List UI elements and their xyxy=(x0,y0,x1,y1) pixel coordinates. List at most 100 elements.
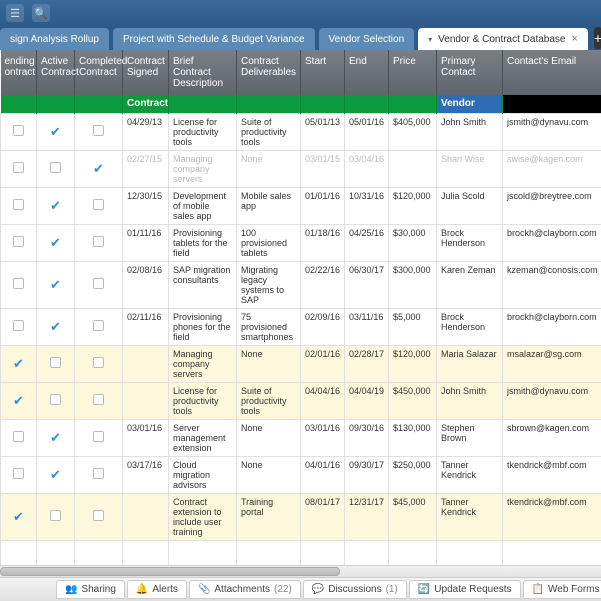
checkbox[interactable] xyxy=(13,468,24,479)
cell-signed[interactable]: 03/17/16 xyxy=(123,456,169,493)
menu-icon[interactable]: ☰ xyxy=(6,4,24,22)
cell-email[interactable]: tkendrick@mbf.com xyxy=(503,456,601,493)
cell-desc[interactable]: Server management extension xyxy=(169,419,237,456)
cell-desc[interactable]: Managing company servers xyxy=(169,345,237,382)
cell-start[interactable]: 04/01/16 xyxy=(301,456,345,493)
checkbox[interactable] xyxy=(93,394,104,405)
cell-email[interactable]: msalazar@sg.com xyxy=(503,345,601,382)
cell-contact[interactable]: Tanner Kendrick xyxy=(437,456,503,493)
cell-end[interactable]: 03/04/16 xyxy=(345,150,389,187)
cell-start[interactable]: 01/01/16 xyxy=(301,187,345,224)
checkbox[interactable] xyxy=(13,199,24,210)
checkbox[interactable] xyxy=(93,320,104,331)
cell-start[interactable]: 01/18/16 xyxy=(301,224,345,261)
table-row[interactable]: ✔License for productivity toolsSuite of … xyxy=(1,382,601,419)
cell-price[interactable]: $45,000 xyxy=(389,493,437,540)
col-start[interactable]: Start xyxy=(301,50,345,95)
close-icon[interactable]: × xyxy=(571,33,577,45)
cell-end[interactable]: 12/31/17 xyxy=(345,493,389,540)
cell-deliv[interactable]: None xyxy=(237,150,301,187)
checkbox[interactable] xyxy=(93,236,104,247)
cell-signed[interactable]: 12/30/15 xyxy=(123,187,169,224)
cell-contact[interactable]: Shari Wise xyxy=(437,150,503,187)
cell-contact[interactable]: John Smith xyxy=(437,382,503,419)
checkbox[interactable] xyxy=(93,431,104,442)
cell-contact[interactable]: Maria Salazar xyxy=(437,345,503,382)
cell-signed[interactable]: 03/01/16 xyxy=(123,419,169,456)
cell-desc[interactable]: License for productivity tools xyxy=(169,113,237,150)
cell-deliv[interactable]: Suite of productivity tools xyxy=(237,113,301,150)
cell-desc[interactable]: Provisioning tablets for the field xyxy=(169,224,237,261)
cell-start[interactable]: 03/01/16 xyxy=(301,419,345,456)
cell-signed[interactable]: 02/27/15 xyxy=(123,150,169,187)
cell-desc[interactable]: Managing company servers xyxy=(169,150,237,187)
cell-email[interactable]: kzeman@conosis.com xyxy=(503,261,601,308)
cell-email[interactable]: tkendrick@mbf.com xyxy=(503,493,601,540)
cell-deliv[interactable]: 100 provisioned tablets xyxy=(237,224,301,261)
checkbox[interactable] xyxy=(50,394,61,405)
table-row[interactable]: ✔01/11/16Provisioning tablets for the fi… xyxy=(1,224,601,261)
checkbox[interactable] xyxy=(50,357,61,368)
cell-email[interactable]: jsmith@dynavu.com xyxy=(503,113,601,150)
search-icon[interactable]: 🔍 xyxy=(32,4,50,22)
cell-end[interactable]: 06/30/17 xyxy=(345,261,389,308)
col-pending[interactable]: ending ontract xyxy=(1,50,37,95)
col-end[interactable]: End xyxy=(345,50,389,95)
checkbox[interactable] xyxy=(13,431,24,442)
checkbox[interactable] xyxy=(93,357,104,368)
cell-price[interactable]: $300,000 xyxy=(389,261,437,308)
cell-email[interactable]: jscold@breytree.com xyxy=(503,187,601,224)
cell-price[interactable]: $120,000 xyxy=(389,345,437,382)
tab-project[interactable]: Project with Schedule & Budget Variance xyxy=(113,28,315,50)
table-row[interactable]: ✔Managing company serversNone02/01/1602/… xyxy=(1,345,601,382)
checkbox[interactable] xyxy=(50,510,61,521)
cell-deliv[interactable]: Suite of productivity tools xyxy=(237,382,301,419)
col-active[interactable]: Active Contract xyxy=(37,50,75,95)
cell-price[interactable]: $450,000 xyxy=(389,382,437,419)
cell-contact[interactable]: Tanner Kendrick xyxy=(437,493,503,540)
cell-price[interactable] xyxy=(389,150,437,187)
table-row[interactable]: ✔02/27/15Managing company serversNone03/… xyxy=(1,150,601,187)
tab-vendor-selection[interactable]: Vendor Selection xyxy=(319,28,415,50)
cell-end[interactable]: 04/04/19 xyxy=(345,382,389,419)
checkbox[interactable] xyxy=(13,278,24,289)
cell-deliv[interactable]: 75 provisioned smartphones xyxy=(237,308,301,345)
bottom-tab-attachments[interactable]: 📎Attachments (22) xyxy=(189,580,301,599)
cell-signed[interactable]: 02/08/16 xyxy=(123,261,169,308)
cell-email[interactable]: jsmith@dynavu.com xyxy=(503,382,601,419)
cell-contact[interactable]: Karen Zeman xyxy=(437,261,503,308)
cell-desc[interactable]: Contract extension to include user train… xyxy=(169,493,237,540)
cell-price[interactable]: $130,000 xyxy=(389,419,437,456)
table-row[interactable]: ✔04/29/13License for productivity toolsS… xyxy=(1,113,601,150)
checkbox[interactable] xyxy=(93,468,104,479)
cell-contact[interactable]: John Smith xyxy=(437,113,503,150)
cell-desc[interactable]: SAP migration consultants xyxy=(169,261,237,308)
cell-signed[interactable] xyxy=(123,493,169,540)
cell-start[interactable]: 03/01/15 xyxy=(301,150,345,187)
table-row[interactable]: ✔03/17/16Cloud migration advisorsNone04/… xyxy=(1,456,601,493)
cell-desc[interactable]: Provisioning phones for the field xyxy=(169,308,237,345)
tab-vendor-contract-db[interactable]: ▾ Vendor & Contract Database × xyxy=(418,28,588,50)
cell-desc[interactable]: Cloud migration advisors xyxy=(169,456,237,493)
checkbox[interactable] xyxy=(50,162,61,173)
cell-price[interactable]: $5,000 xyxy=(389,308,437,345)
col-contact[interactable]: Primary Contact xyxy=(437,50,503,95)
cell-end[interactable]: 09/30/17 xyxy=(345,456,389,493)
cell-signed[interactable]: 02/11/16 xyxy=(123,308,169,345)
cell-end[interactable]: 04/25/16 xyxy=(345,224,389,261)
checkbox[interactable] xyxy=(93,125,104,136)
checkbox[interactable] xyxy=(13,236,24,247)
table-row[interactable]: ✔Contract extension to include user trai… xyxy=(1,493,601,540)
cell-deliv[interactable]: None xyxy=(237,345,301,382)
cell-start[interactable]: 04/04/16 xyxy=(301,382,345,419)
bottom-tab-web-forms[interactable]: 📋Web Forms (1) xyxy=(523,580,601,599)
cell-desc[interactable]: License for productivity tools xyxy=(169,382,237,419)
cell-deliv[interactable]: None xyxy=(237,419,301,456)
table-row[interactable]: ✔03/01/16Server management extensionNone… xyxy=(1,419,601,456)
cell-deliv[interactable]: Training portal xyxy=(237,493,301,540)
cell-price[interactable]: $30,000 xyxy=(389,224,437,261)
cell-end[interactable]: 02/28/17 xyxy=(345,345,389,382)
checkbox[interactable] xyxy=(93,278,104,289)
cell-start[interactable]: 02/22/16 xyxy=(301,261,345,308)
col-price[interactable]: Price xyxy=(389,50,437,95)
